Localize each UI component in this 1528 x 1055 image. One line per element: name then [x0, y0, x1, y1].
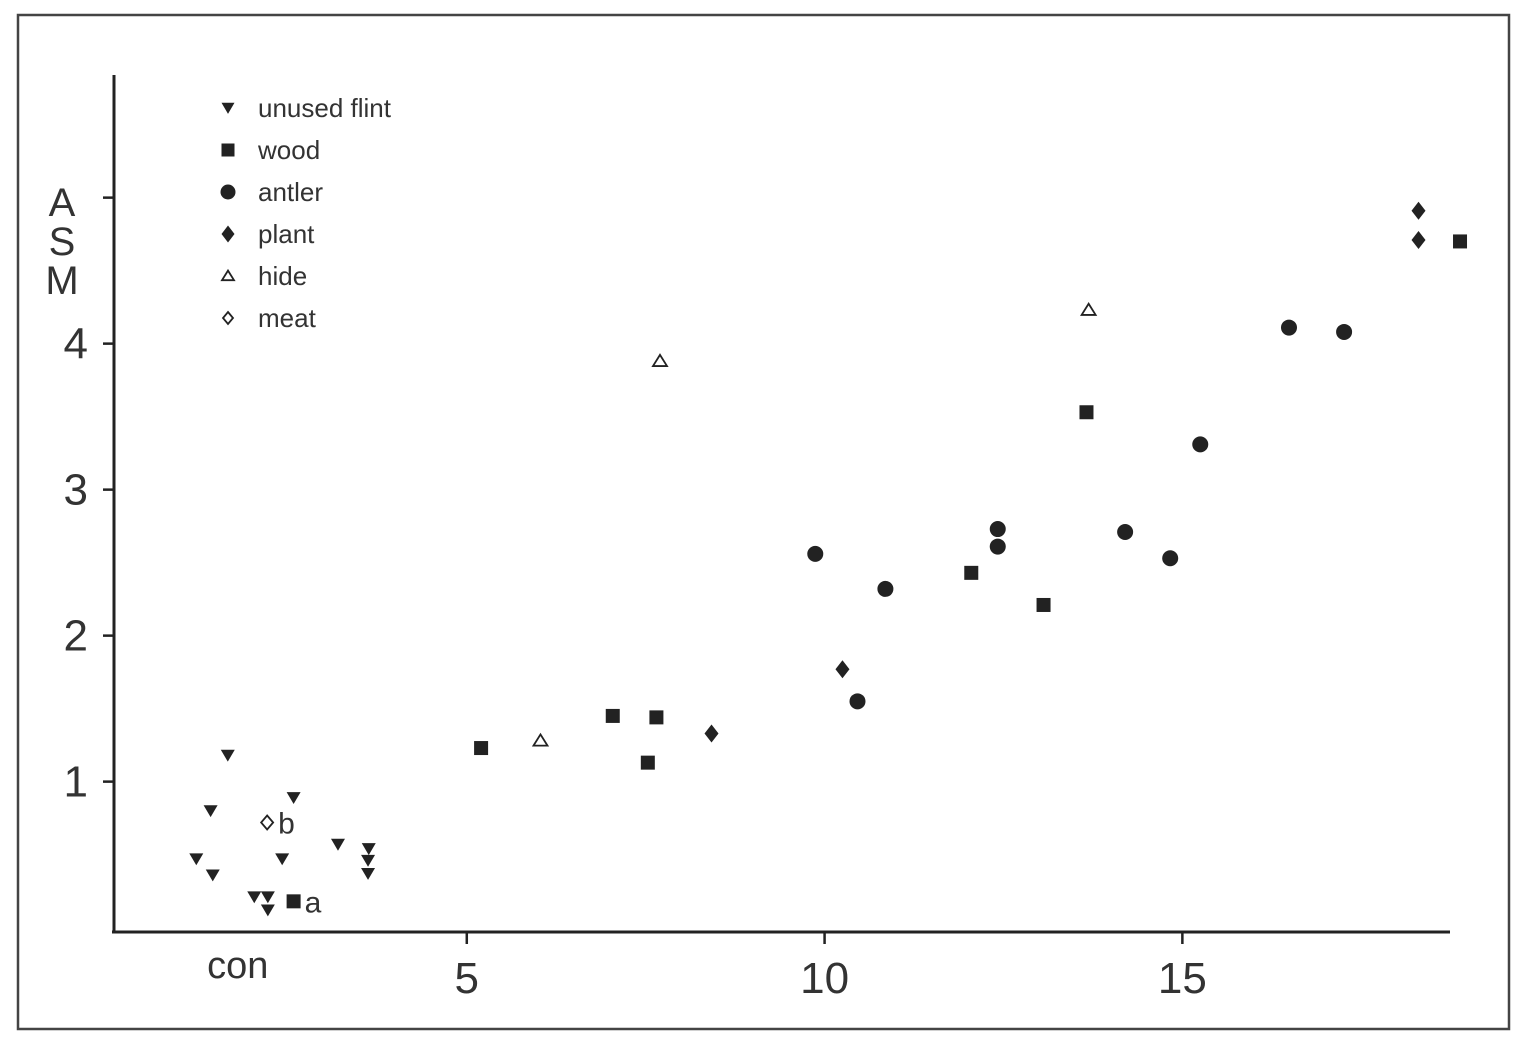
annotation-label: b: [278, 808, 295, 841]
data-point: [964, 565, 979, 580]
legend-label: plant: [258, 219, 315, 249]
data-point: [640, 755, 655, 770]
data-point: [1453, 234, 1468, 249]
x-tick-label: 5: [455, 954, 479, 1003]
data-point: [807, 545, 824, 562]
data-point: [1280, 319, 1297, 336]
data-point: [877, 580, 894, 597]
data-point: [1336, 323, 1353, 340]
data-point: [849, 693, 866, 710]
data-point: [1036, 597, 1051, 612]
data-point: [1192, 436, 1209, 453]
y-tick-label: 3: [64, 466, 88, 515]
data-point: [474, 741, 489, 756]
y-tick-label: 1: [64, 758, 88, 807]
data-point: [605, 708, 620, 723]
x-tick-label: 10: [800, 954, 849, 1003]
chart-frame: [16, 13, 1511, 1031]
data-point: [1079, 405, 1094, 420]
legend-label: wood: [257, 135, 320, 165]
x-tick-label: con: [207, 945, 268, 987]
scatter-chart: 1 2 3 4 con 5 10 15 unused flint wood antler plan…: [16, 13, 1511, 1031]
data-point: [649, 710, 664, 725]
legend-marker-icon: [221, 143, 235, 157]
y-tick-label: 4: [64, 320, 88, 369]
data-point: [989, 538, 1006, 555]
data-point: [286, 894, 301, 909]
annotation-label: a: [305, 886, 322, 919]
y-tick-label: 2: [64, 612, 88, 661]
legend-marker-icon: [220, 184, 236, 200]
data-point: [1162, 550, 1179, 567]
data-point: [989, 521, 1006, 538]
data-point: [1117, 523, 1134, 540]
y-axis-label: ASM: [45, 181, 79, 303]
legend-label: antler: [258, 177, 323, 207]
legend-label: hide: [258, 261, 307, 291]
legend-label: unused flint: [258, 93, 392, 123]
x-tick-label: 15: [1158, 954, 1207, 1003]
legend-label: meat: [258, 303, 317, 333]
